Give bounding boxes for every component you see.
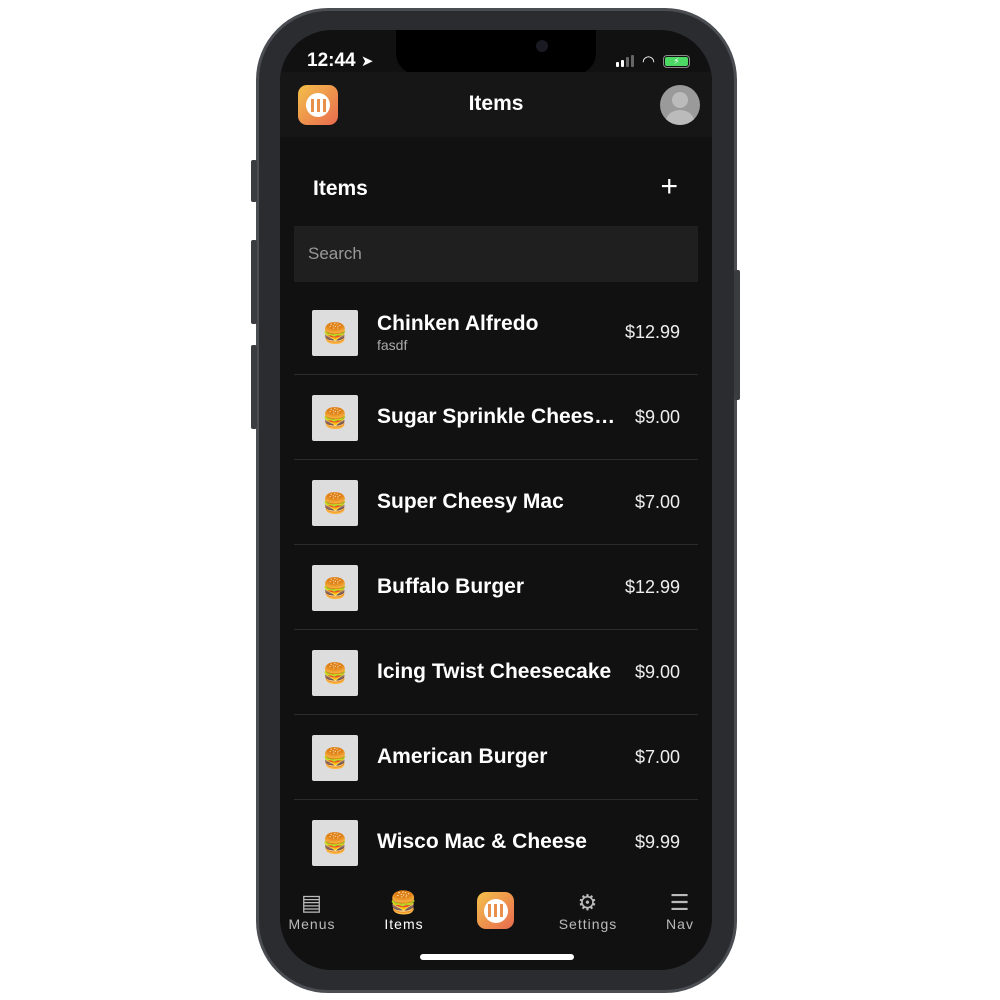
location-icon: ➤ (360, 53, 374, 70)
item-name: Sugar Sprinkle Cheesecake (377, 405, 617, 428)
screen: 12:44 ➤ ◠ ⚡ Items Items + 🍔 Chinken Alfre… (280, 30, 712, 970)
no-image-placeholder-icon: 🍔 (312, 480, 358, 526)
list-item[interactable]: 🍔 Super Cheesy Mac $7.00 (294, 460, 698, 545)
menu-book-icon: ▤ (301, 890, 323, 915)
list-item[interactable]: 🍔 Sugar Sprinkle Cheesecake $9.00 (294, 375, 698, 460)
burger-drink-icon: 🍔 (389, 890, 419, 915)
signal-icon (615, 55, 634, 67)
item-price: $7.00 (634, 747, 680, 767)
page-title: Items (468, 92, 524, 115)
item-name: Super Cheesy Mac (377, 490, 564, 513)
tab-items[interactable]: 🍔 Items (364, 890, 444, 932)
volume-up-button (251, 240, 257, 324)
mute-switch (251, 160, 257, 202)
item-price: $12.99 (624, 322, 680, 342)
battery-icon: ⚡ (663, 54, 690, 68)
status-icons: ◠ ⚡ (615, 52, 690, 70)
no-image-placeholder-icon: 🍔 (312, 395, 358, 441)
item-name: American Burger (377, 745, 548, 768)
status-time: 12:44 ➤ (307, 50, 373, 72)
items-list: 🍔 Chinken Alfredo fasdf $12.99 🍔 Sugar Sprin… (294, 290, 698, 885)
wifi-icon: ◠ (641, 53, 655, 70)
item-name: Icing Twist Cheesecake (377, 660, 612, 683)
app-logo-icon (483, 898, 508, 923)
power-button (734, 270, 740, 400)
hamburger-icon: ☰ (669, 890, 691, 915)
item-price: $7.00 (634, 492, 680, 512)
list-item[interactable]: 🍔 Icing Twist Cheesecake $9.00 (294, 630, 698, 715)
item-price: $9.00 (634, 407, 680, 427)
item-name: Chinken Alfredo (377, 312, 539, 335)
item-description: fasdf (377, 337, 408, 353)
tab-label: Settings (558, 916, 618, 932)
add-item-button[interactable]: + (660, 170, 678, 204)
tab-settings[interactable]: ⚙ Settings (548, 890, 628, 932)
tab-menus[interactable]: ▤ Menus (280, 890, 352, 932)
volume-down-button (251, 345, 257, 429)
item-price: $9.00 (634, 662, 680, 682)
app-bar: Items (280, 72, 712, 137)
tab-label: Nav (666, 916, 694, 932)
item-name: Wisco Mac & Cheese (377, 830, 587, 853)
list-item[interactable]: 🍔 Chinken Alfredo fasdf $12.99 (294, 290, 698, 375)
tab-home[interactable] (477, 892, 514, 929)
time-text: 12:44 (307, 50, 356, 71)
tab-label: Items (384, 916, 424, 932)
item-price: $9.99 (634, 832, 680, 852)
list-item[interactable]: 🍔 American Burger $7.00 (294, 715, 698, 800)
gear-icon: ⚙ (577, 890, 599, 915)
search-input[interactable] (294, 226, 698, 282)
camera (536, 40, 548, 52)
item-price: $12.99 (624, 577, 680, 597)
notch (396, 30, 596, 75)
section-title: Items (313, 177, 368, 200)
tab-nav[interactable]: ☰ Nav (640, 890, 712, 932)
no-image-placeholder-icon: 🍔 (312, 820, 358, 866)
no-image-placeholder-icon: 🍔 (312, 565, 358, 611)
list-item[interactable]: 🍔 Wisco Mac & Cheese $9.99 (294, 800, 698, 885)
no-image-placeholder-icon: 🍔 (312, 735, 358, 781)
no-image-placeholder-icon: 🍔 (312, 310, 358, 356)
list-item[interactable]: 🍔 Buffalo Burger $12.99 (294, 545, 698, 630)
avatar[interactable] (660, 85, 700, 125)
home-indicator[interactable] (420, 954, 574, 960)
item-name: Buffalo Burger (377, 575, 524, 598)
no-image-placeholder-icon: 🍔 (312, 650, 358, 696)
tab-label: Menus (288, 916, 336, 932)
